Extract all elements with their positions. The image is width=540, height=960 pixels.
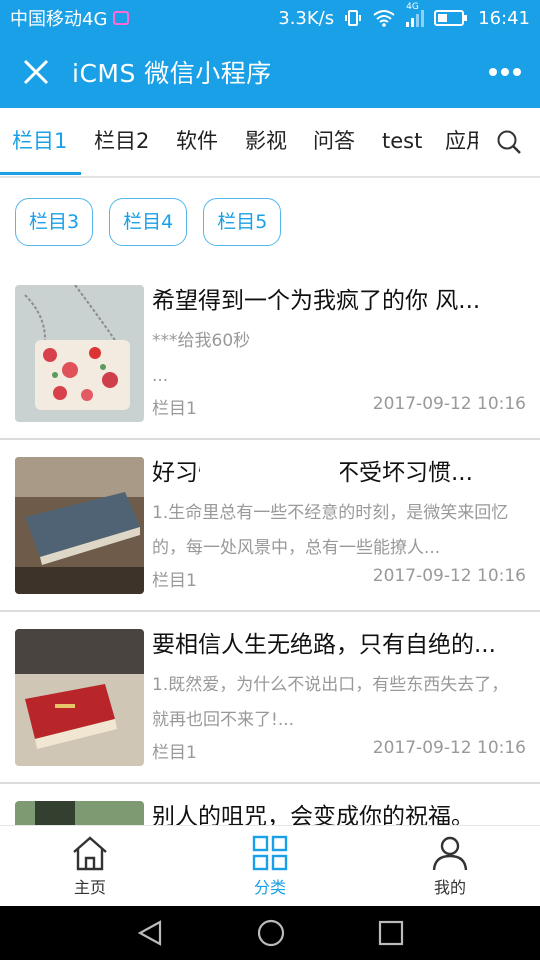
article-thumbnail bbox=[15, 457, 144, 594]
carrier-text: 中国移动4G bbox=[10, 9, 108, 30]
chip-0[interactable]: 栏目3 bbox=[15, 198, 94, 246]
article-category: 栏目1 bbox=[152, 571, 197, 591]
more-dots-icon bbox=[489, 68, 521, 76]
article-thumbnail bbox=[15, 285, 144, 422]
article-date: 2017-09-12 10:16 bbox=[372, 566, 526, 586]
tab-5[interactable]: test bbox=[382, 108, 422, 176]
article-summary: 1.既然爱，为什么不说出口，有些东西失去了，就再也回不来了!... bbox=[152, 675, 509, 730]
net-speed: 3.3K/s bbox=[278, 7, 335, 29]
tab-0[interactable]: 栏目1 bbox=[12, 108, 67, 176]
chip-1[interactable]: 栏目4 bbox=[109, 198, 188, 246]
tab-2[interactable]: 软件 bbox=[176, 108, 218, 176]
article-thumbnail bbox=[15, 801, 144, 825]
home-circle-icon[interactable] bbox=[256, 918, 286, 948]
category-tabs: 栏目1 栏目2 软件 影视 问答 test 应用 bbox=[0, 108, 540, 178]
page-title: iCMS 微信小程序 bbox=[72, 59, 272, 88]
status-bar: 中国移动4G 3.3K/s 4G 16:41 bbox=[0, 0, 540, 36]
close-button[interactable] bbox=[0, 36, 72, 108]
tabbar-home-label: 主页 bbox=[73, 878, 106, 897]
article-summary: ***给我60秒 ... bbox=[152, 331, 251, 386]
active-tab-indicator bbox=[0, 172, 81, 175]
redaction-block bbox=[200, 450, 340, 494]
user-icon bbox=[432, 836, 468, 871]
article-item[interactable]: 好习惯的养成在于不受坏习惯... 1.生命里总有一些不经意的时刻，是微笑来回忆的… bbox=[0, 440, 540, 612]
system-nav-bar bbox=[0, 906, 540, 960]
article-category: 栏目1 bbox=[152, 743, 197, 763]
article-category: 栏目1 bbox=[152, 399, 197, 419]
wifi-icon bbox=[373, 10, 395, 27]
article-item[interactable]: 要相信人生无绝路，只有自绝的... 1.既然爱，为什么不说出口，有些东西失去了，… bbox=[0, 612, 540, 784]
close-icon bbox=[23, 59, 49, 85]
article-item[interactable]: 别人的咀咒，会变成你的祝福。 bbox=[0, 784, 540, 825]
clock: 16:41 bbox=[478, 7, 530, 29]
article-list: 希望得到一个为我疯了的你 风... ***给我60秒 ... 栏目1 2017-… bbox=[0, 268, 540, 825]
home-icon bbox=[73, 836, 107, 871]
search-icon bbox=[497, 130, 521, 154]
tabbar-me[interactable]: 我的 bbox=[360, 826, 540, 906]
signal-icon: 4G bbox=[406, 2, 425, 27]
recents-icon[interactable] bbox=[378, 920, 404, 946]
more-button[interactable] bbox=[470, 36, 540, 108]
vibrate-icon bbox=[345, 10, 362, 26]
battery-icon bbox=[434, 10, 468, 26]
article-summary: 1.生命里总有一些不经意的时刻，是微笑来回忆的，每一处风景中，总有一些能撩人..… bbox=[152, 503, 509, 558]
signal-label: 4G bbox=[406, 1, 419, 12]
app-header: iCMS 微信小程序 bbox=[0, 36, 540, 108]
article-date: 2017-09-12 10:16 bbox=[372, 738, 526, 758]
tabbar-me-label: 我的 bbox=[433, 878, 466, 897]
article-title: 希望得到一个为我疯了的你 风... bbox=[152, 288, 481, 314]
subcategory-chips: 栏目3 栏目4 栏目5 bbox=[15, 198, 282, 246]
tabbar-category[interactable]: 分类 bbox=[180, 826, 360, 906]
tabbar-category-label: 分类 bbox=[253, 878, 286, 897]
search-button[interactable] bbox=[478, 108, 540, 176]
tab-3[interactable]: 影视 bbox=[245, 108, 287, 176]
tab-4[interactable]: 问答 bbox=[313, 108, 355, 176]
article-title: 要相信人生无绝路，只有自绝的... bbox=[152, 632, 496, 658]
tabbar-home[interactable]: 主页 bbox=[0, 826, 180, 906]
bottom-tab-bar: 主页 分类 我的 bbox=[0, 825, 540, 906]
article-title: 别人的咀咒，会变成你的祝福。 bbox=[152, 804, 474, 825]
chip-2[interactable]: 栏目5 bbox=[203, 198, 282, 246]
article-thumbnail bbox=[15, 629, 144, 766]
tab-1[interactable]: 栏目2 bbox=[94, 108, 149, 176]
notification-icon bbox=[113, 11, 130, 25]
article-item[interactable]: 希望得到一个为我疯了的你 风... ***给我60秒 ... 栏目1 2017-… bbox=[0, 268, 540, 440]
grid-icon bbox=[252, 835, 288, 871]
back-icon[interactable] bbox=[136, 919, 164, 947]
article-date: 2017-09-12 10:16 bbox=[372, 394, 526, 414]
